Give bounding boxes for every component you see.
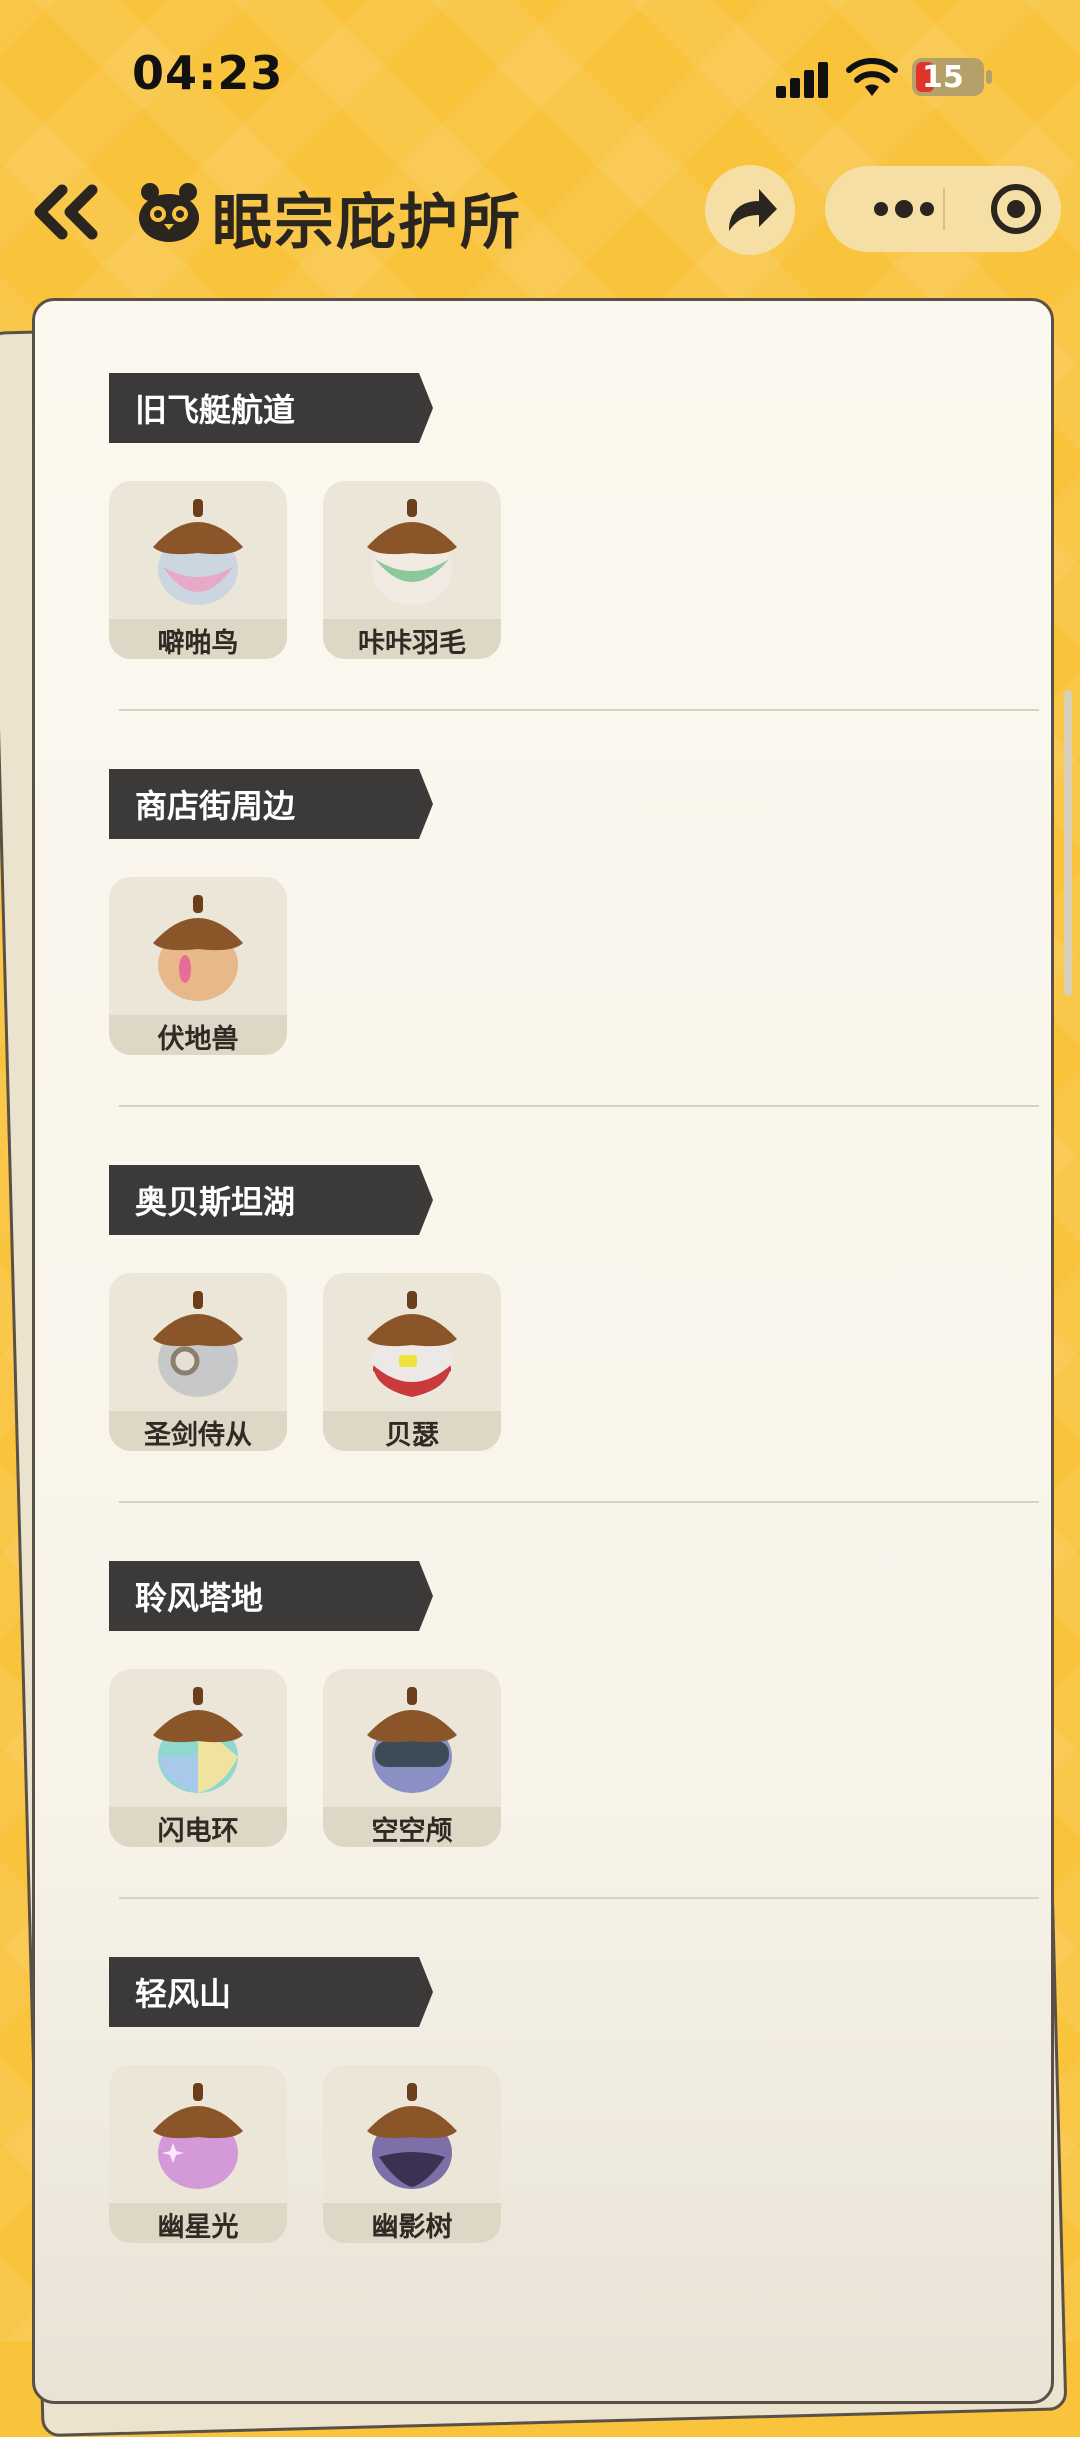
creature-card[interactable]: 闪电环 bbox=[109, 1669, 287, 1847]
page-title: 眠宗庇护所 bbox=[212, 188, 522, 258]
double-chevron-left-icon[interactable] bbox=[30, 182, 102, 242]
app-header: 眠宗庇护所 bbox=[0, 160, 1080, 260]
section-divider bbox=[119, 1501, 1039, 1503]
cellular-signal-icon bbox=[776, 60, 830, 98]
card-label: 圣剑侍从 bbox=[109, 1411, 287, 1451]
acorn-capsule-icon bbox=[153, 1291, 243, 1397]
acorn-capsule-icon bbox=[153, 895, 243, 1001]
section-divider bbox=[119, 709, 1039, 711]
creature-card[interactable]: 空空颅 bbox=[323, 1669, 501, 1847]
creature-card[interactable]: 圣剑侍从 bbox=[109, 1273, 287, 1451]
section-title: 商店街周边 bbox=[135, 787, 296, 825]
creature-name: 闪电环 bbox=[157, 1816, 239, 1847]
section-title: 轻风山 bbox=[135, 1975, 232, 2013]
target-circle-icon[interactable] bbox=[973, 166, 1059, 252]
acorn-capsule-icon bbox=[153, 499, 243, 605]
status-time: 04:23 bbox=[132, 46, 284, 100]
section-tag: 奥贝斯坦湖 bbox=[109, 1165, 433, 1235]
creature-name: 空空颅 bbox=[371, 1816, 453, 1847]
share-arrow-icon bbox=[729, 189, 777, 231]
creature-card[interactable]: 噼啪鸟 bbox=[109, 481, 287, 659]
section-tag: 轻风山 bbox=[109, 1957, 433, 2027]
card-label: 幽星光 bbox=[109, 2203, 287, 2243]
owl-mascot-icon bbox=[139, 183, 199, 242]
acorn-capsule-icon bbox=[367, 499, 457, 605]
section-title: 聆风塔地 bbox=[135, 1579, 264, 1617]
section-tag: 商店街周边 bbox=[109, 769, 433, 839]
card-label: 噼啪鸟 bbox=[109, 619, 287, 659]
scrollbar[interactable] bbox=[1064, 690, 1072, 996]
creature-name: 幽星光 bbox=[157, 2212, 239, 2243]
creature-name: 伏地兽 bbox=[157, 1024, 239, 1055]
acorn-capsule-icon bbox=[367, 1291, 457, 1397]
capsule-divider bbox=[943, 188, 945, 230]
card-label: 咔咔羽毛 bbox=[323, 619, 501, 659]
card-label: 贝瑟 bbox=[323, 1411, 501, 1451]
card-label: 伏地兽 bbox=[109, 1015, 287, 1055]
creature-card[interactable]: 贝瑟 bbox=[323, 1273, 501, 1451]
mini-program-capsule bbox=[825, 166, 1061, 252]
wifi-icon bbox=[846, 58, 898, 96]
creature-name: 噼啪鸟 bbox=[157, 628, 239, 659]
card-label: 空空颅 bbox=[323, 1807, 501, 1847]
creature-card[interactable]: 咔咔羽毛 bbox=[323, 481, 501, 659]
creature-card[interactable]: 幽星光 bbox=[109, 2065, 287, 2243]
acorn-capsule-icon bbox=[367, 1687, 457, 1793]
acorn-capsule-icon bbox=[367, 2083, 457, 2189]
creature-card[interactable]: 幽影树 bbox=[323, 2065, 501, 2243]
creature-name: 幽影树 bbox=[371, 2212, 453, 2243]
status-bar: 04:23 15 bbox=[0, 0, 1080, 150]
creature-card[interactable]: 伏地兽 bbox=[109, 877, 287, 1055]
section-divider bbox=[119, 1105, 1039, 1107]
card-label: 幽影树 bbox=[323, 2203, 501, 2243]
card-label: 闪电环 bbox=[109, 1807, 287, 1847]
creature-name: 圣剑侍从 bbox=[144, 1420, 252, 1451]
acorn-capsule-icon bbox=[153, 2083, 243, 2189]
section-tag: 聆风塔地 bbox=[109, 1561, 433, 1631]
acorn-capsule-icon bbox=[153, 1687, 243, 1793]
more-dots-icon[interactable] bbox=[859, 166, 949, 252]
section-title: 奥贝斯坦湖 bbox=[135, 1183, 296, 1221]
share-button[interactable] bbox=[705, 165, 795, 255]
battery-nub bbox=[986, 70, 992, 84]
section-tag: 旧飞艇航道 bbox=[109, 373, 433, 443]
content-paper: 旧飞艇航道 噼啪鸟 咔咔羽毛 商店街周边 伏地兽 奥贝斯坦湖 圣剑侍从 贝瑟 聆… bbox=[32, 298, 1054, 2404]
section-divider bbox=[119, 1897, 1039, 1899]
section-title: 旧飞艇航道 bbox=[135, 391, 296, 429]
battery-level: 15 bbox=[922, 60, 964, 95]
creature-name: 贝瑟 bbox=[385, 1420, 439, 1451]
battery-icon: 15 bbox=[912, 58, 984, 96]
creature-name: 咔咔羽毛 bbox=[358, 628, 466, 659]
